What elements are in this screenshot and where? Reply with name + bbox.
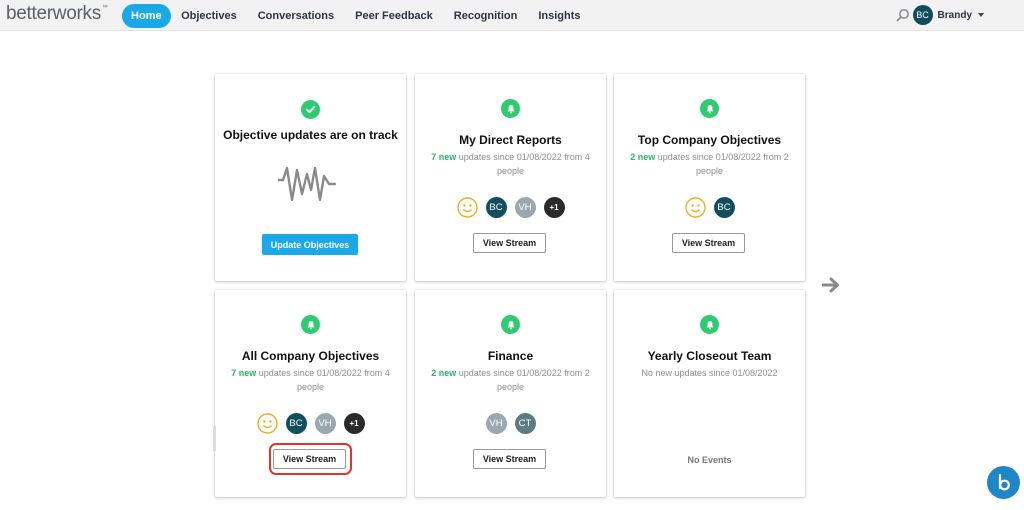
- top-bar: betterworks™ Home Objectives Conversatio…: [0, 0, 1024, 31]
- no-events-text: No Events: [687, 455, 732, 465]
- card-my-direct-reports: My Direct Reports 7 new updates since 01…: [415, 74, 606, 281]
- view-stream-button[interactable]: View Stream: [473, 233, 546, 253]
- card-all-company-objectives: All Company Objectives 7 new updates sin…: [215, 290, 406, 497]
- pulse-icon: [278, 166, 336, 202]
- avatar-vh[interactable]: VH: [314, 413, 336, 434]
- avatar-vh[interactable]: VH: [485, 413, 507, 434]
- card-title: All Company Objectives: [241, 349, 380, 363]
- avatar-more[interactable]: +1: [343, 413, 365, 434]
- avatar-vh[interactable]: VH: [514, 197, 536, 218]
- card-objective-status: Objective updates are on track Update Ob…: [215, 74, 406, 281]
- bell-icon: [700, 315, 719, 334]
- view-stream-button[interactable]: View Stream: [473, 449, 546, 469]
- avatar-group: VH CT: [415, 413, 606, 434]
- card-title: My Direct Reports: [459, 133, 562, 147]
- view-stream-button[interactable]: View Stream: [273, 449, 346, 469]
- nav-peer-feedback[interactable]: Peer Feedback: [345, 4, 444, 28]
- avatar-group: BC VH +1: [415, 197, 606, 218]
- bell-icon: [501, 99, 520, 118]
- next-arrow-icon[interactable]: [822, 277, 840, 293]
- betterworks-b-icon: [998, 473, 1010, 490]
- bell-icon: [700, 99, 719, 118]
- new-count: 7 new: [431, 152, 457, 162]
- nav-conversations[interactable]: Conversations: [247, 4, 344, 28]
- avatar-group: BC: [614, 197, 805, 218]
- user-avatar: BC: [912, 5, 933, 25]
- nav-recognition[interactable]: Recognition: [443, 4, 528, 28]
- card-title: Top Company Objectives: [637, 133, 782, 147]
- user-menu[interactable]: BC Brandy: [912, 5, 984, 25]
- update-objectives-button[interactable]: Update Objectives: [262, 234, 358, 255]
- card-title: Objective updates are on track: [223, 128, 398, 142]
- avatar-more[interactable]: +1: [543, 197, 565, 218]
- card-top-company-objectives: Top Company Objectives 2 new updates sin…: [614, 74, 805, 281]
- card-update-summary: 7 new updates since 01/08/2022 from 4 pe…: [231, 368, 390, 392]
- nav-objectives[interactable]: Objectives: [171, 4, 248, 28]
- avatar-ct[interactable]: CT: [514, 413, 536, 434]
- side-tab[interactable]: [213, 426, 216, 451]
- card-update-summary: 7 new updates since 01/08/2022 from 4 pe…: [431, 152, 590, 176]
- caret-down-icon: [978, 13, 984, 17]
- card-title: Finance: [487, 349, 534, 363]
- smiley-avatar: [456, 197, 478, 218]
- smiley-avatar: [684, 197, 706, 218]
- card-title: Yearly Closeout Team: [647, 349, 772, 363]
- card-finance: Finance 2 new updates since 01/08/2022 f…: [415, 290, 606, 497]
- nav-insights[interactable]: Insights: [528, 4, 591, 28]
- nav-home[interactable]: Home: [122, 4, 171, 28]
- check-icon: [301, 100, 320, 119]
- new-count: 2 new: [630, 152, 656, 162]
- card-yearly-closeout-team: Yearly Closeout Team No new updates sinc…: [614, 290, 805, 497]
- help-chat-button[interactable]: [987, 466, 1020, 499]
- new-count: 2 new: [431, 368, 457, 378]
- smiley-avatar: [256, 413, 278, 434]
- main-nav: Home Objectives Conversations Peer Feedb…: [122, 4, 591, 28]
- user-name: Brandy: [937, 9, 972, 21]
- avatar-bc[interactable]: BC: [485, 197, 507, 218]
- view-stream-button[interactable]: View Stream: [672, 233, 745, 253]
- bell-icon: [301, 315, 320, 334]
- avatar-group: BC VH +1: [215, 413, 406, 434]
- search-icon[interactable]: [896, 8, 910, 22]
- avatar-bc[interactable]: BC: [285, 413, 307, 434]
- card-update-summary: 2 new updates since 01/08/2022 from 2 pe…: [431, 368, 590, 392]
- avatar-bc[interactable]: BC: [713, 197, 735, 218]
- card-update-summary: No new updates since 01/08/2022: [641, 368, 778, 378]
- card-update-summary: 2 new updates since 01/08/2022 from 2 pe…: [630, 152, 789, 176]
- new-count: 7 new: [231, 368, 257, 378]
- betterworks-logo[interactable]: betterworks™: [6, 3, 108, 25]
- bell-icon: [501, 315, 520, 334]
